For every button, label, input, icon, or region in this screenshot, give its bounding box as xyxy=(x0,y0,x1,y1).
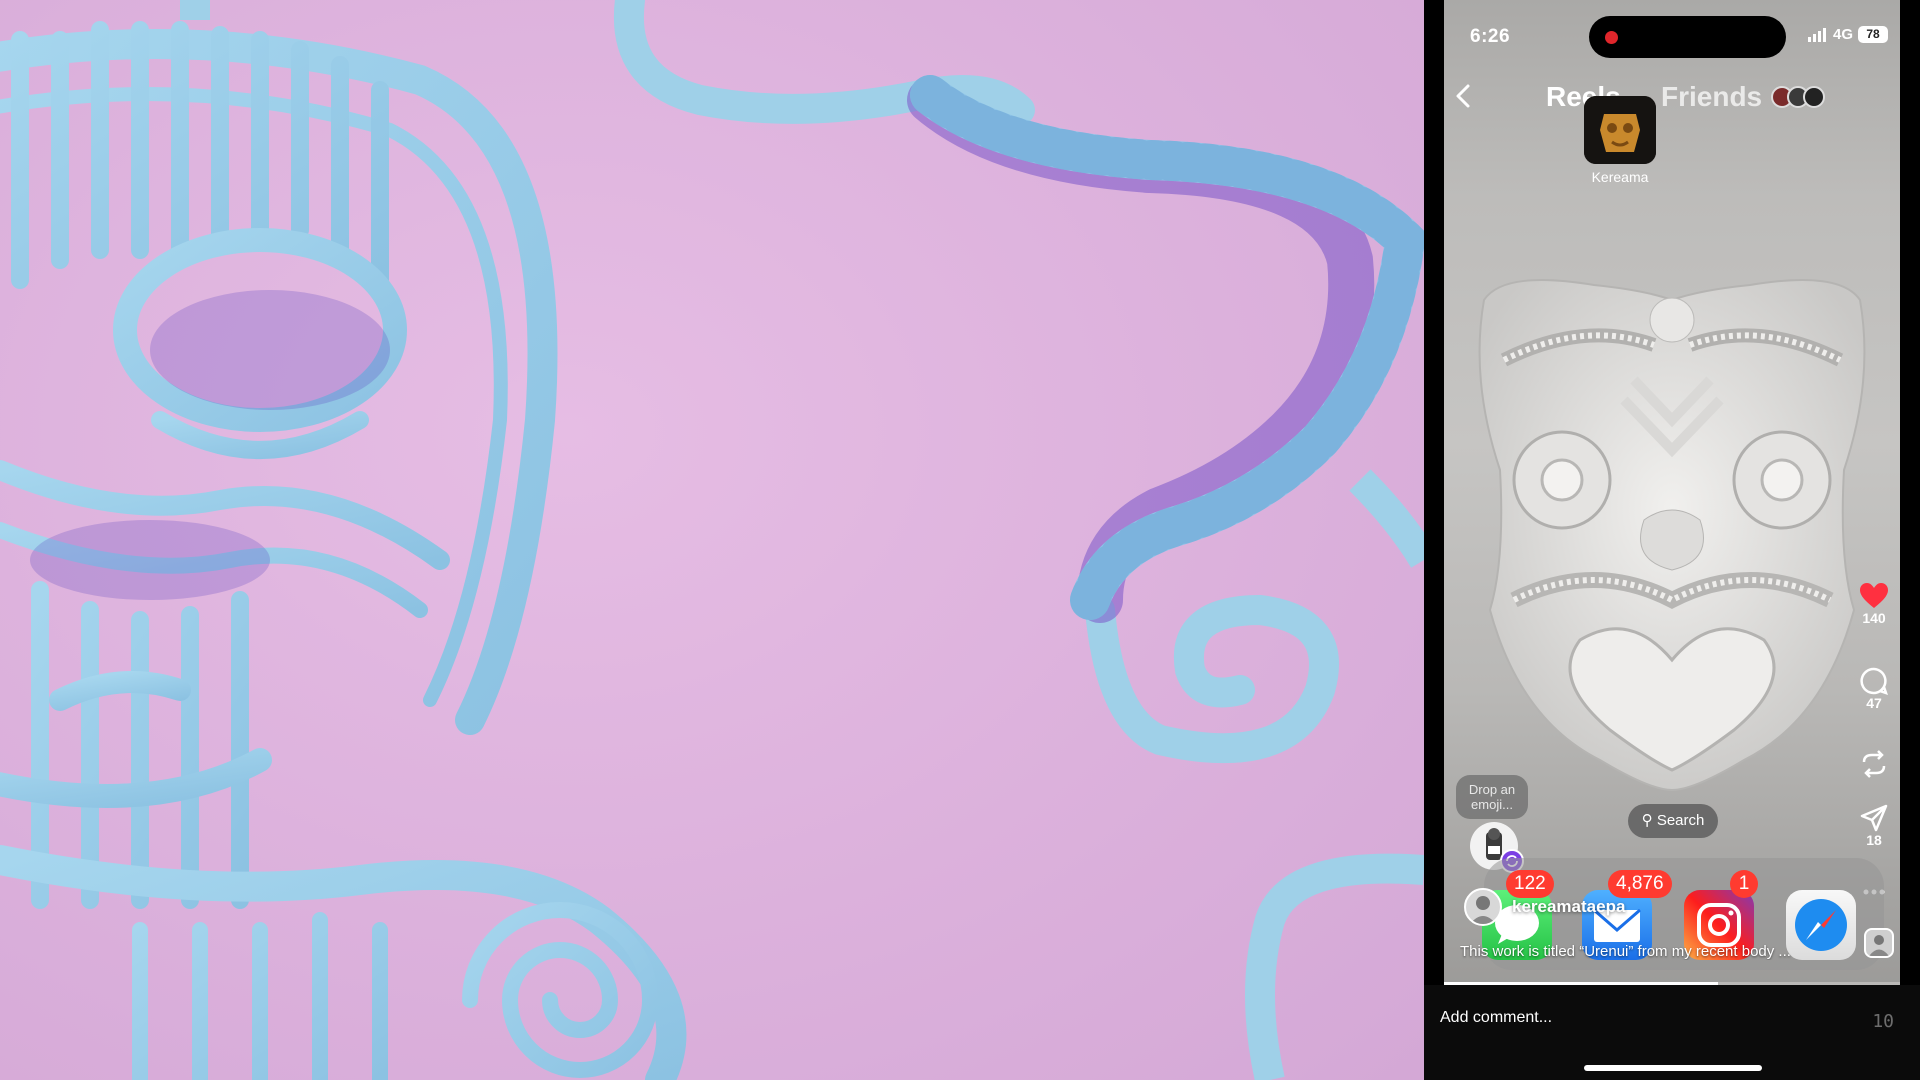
carving-thumbnail xyxy=(1584,96,1656,164)
like-action[interactable]: 140 xyxy=(1848,582,1900,626)
comment-bubble-icon[interactable] xyxy=(1860,667,1888,695)
share-count: 18 xyxy=(1866,832,1882,848)
drop-emoji-prompt[interactable]: Drop an emoji... xyxy=(1456,775,1528,819)
audio-avatar-icon xyxy=(1869,935,1889,956)
comment-count: 47 xyxy=(1866,695,1882,711)
search-button[interactable]: ⚲ Search xyxy=(1628,804,1718,838)
comment-count-indicator: 10 xyxy=(1872,1011,1894,1032)
user-avatar-image xyxy=(1470,896,1496,924)
avatar[interactable] xyxy=(1464,888,1502,926)
search-label: Search xyxy=(1656,812,1705,829)
share-action[interactable]: 18 xyxy=(1848,804,1900,848)
post-username[interactable]: kereamataepa xyxy=(1512,897,1625,917)
back-chevron-icon[interactable] xyxy=(1452,82,1476,110)
like-count: 140 xyxy=(1862,610,1886,626)
profile-highlight-name[interactable]: Kereama xyxy=(1560,169,1680,185)
send-icon[interactable] xyxy=(1860,804,1888,832)
post-caption[interactable]: This work is titled “Urenui” from my rec… xyxy=(1460,943,1860,960)
profile-highlight-thumbnail[interactable] xyxy=(1584,96,1656,164)
signal-icon xyxy=(1807,27,1826,42)
friend-avatar xyxy=(1803,86,1825,108)
reel-video[interactable]: 6:26 4G 78 Reels Friends Kereama 140 47 … xyxy=(1444,0,1900,985)
carved-mask-artwork xyxy=(0,0,1424,1080)
drop-emoji-line2: emoji... xyxy=(1471,797,1513,812)
recording-indicator-icon xyxy=(1605,31,1618,44)
search-icon: ⚲ xyxy=(1641,812,1657,829)
tab-friends[interactable]: Friends xyxy=(1661,81,1762,113)
wallpaper-artwork xyxy=(0,0,1424,1080)
remix-action[interactable] xyxy=(1848,750,1900,778)
add-comment-input[interactable]: Add comment... xyxy=(1440,1009,1552,1027)
dynamic-island xyxy=(1589,16,1786,58)
audio-track-thumbnail[interactable] xyxy=(1864,928,1894,958)
comment-action[interactable]: 47 xyxy=(1848,667,1900,711)
reels-top-nav: Reels Friends xyxy=(1444,78,1900,118)
network-label: 4G xyxy=(1832,26,1853,43)
instagram-badge: 1 xyxy=(1730,870,1758,898)
battery-icon: 78 xyxy=(1858,26,1888,43)
comment-bar: Add comment... 10 xyxy=(1424,985,1920,1080)
heart-icon[interactable] xyxy=(1859,582,1889,610)
home-indicator[interactable] xyxy=(1584,1065,1762,1071)
repost-icon[interactable] xyxy=(1860,750,1888,778)
messages-badge: 122 xyxy=(1506,870,1554,898)
status-bar: 6:26 4G 78 xyxy=(1444,0,1900,70)
mail-badge: 4,876 xyxy=(1608,870,1672,898)
clock: 6:26 xyxy=(1470,26,1511,47)
drop-emoji-line1: Drop an xyxy=(1468,782,1516,797)
friend-avatars[interactable] xyxy=(1771,86,1827,108)
phone-screen: 6:26 4G 78 Reels Friends Kereama 140 47 … xyxy=(1424,0,1920,1080)
status-icons: 4G 78 xyxy=(1807,26,1888,43)
